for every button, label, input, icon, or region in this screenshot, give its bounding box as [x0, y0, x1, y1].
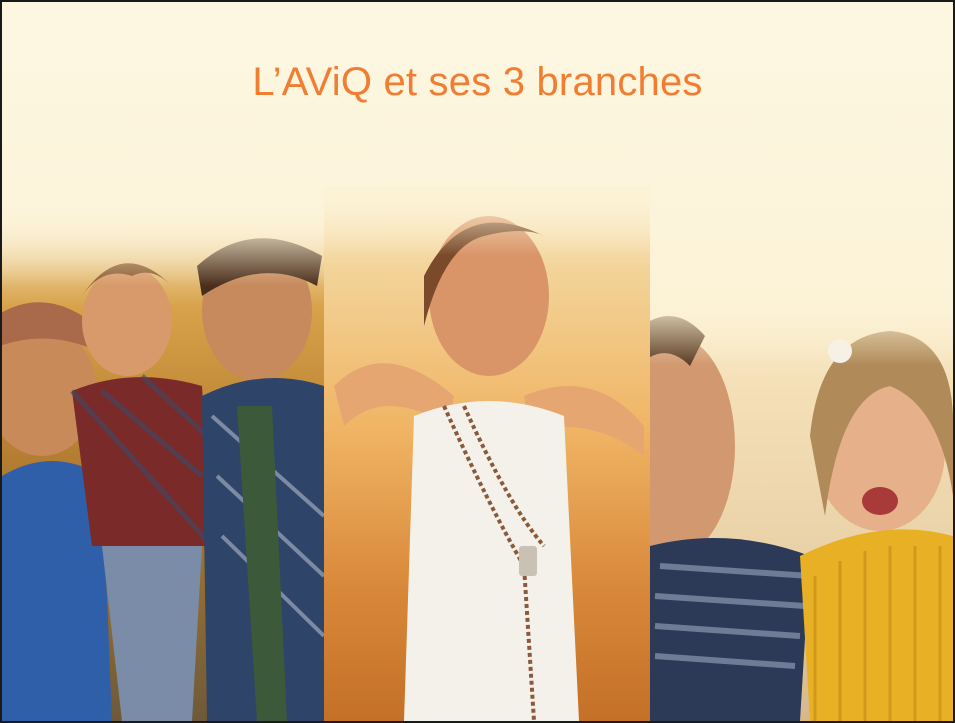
- slide-title: L’AViQ et ses 3 branches: [252, 60, 703, 104]
- family-photo: [2, 216, 324, 721]
- father-daughter-photo: [650, 296, 953, 721]
- slide: L’AViQ et ses 3 branches: [0, 0, 955, 723]
- woman-arms-open-photo: [324, 186, 650, 721]
